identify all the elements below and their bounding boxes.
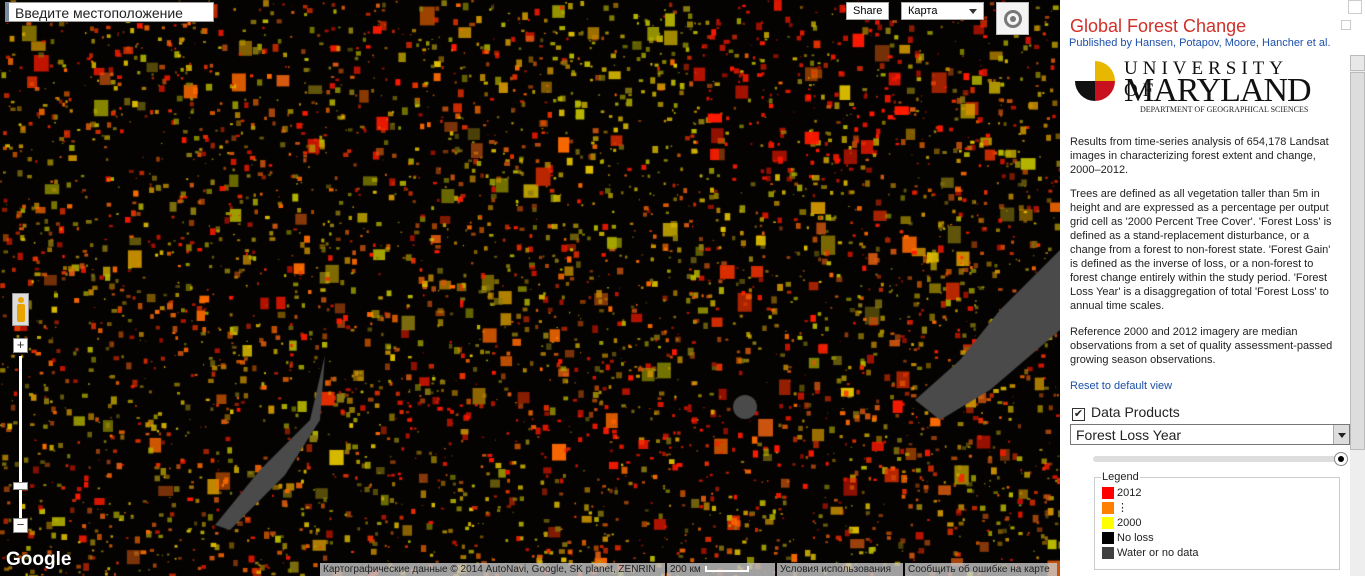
logo-line3: DEPARTMENT OF GEOGRAPHICAL SCIENCES [1140,105,1309,114]
umd-seal-icon [1075,61,1115,101]
imagery-paragraph: Reference 2000 and 2012 imagery are medi… [1070,326,1333,366]
map-scale: 200 км [667,563,775,576]
opacity-slider[interactable] [1093,456,1339,462]
data-products-toggle[interactable]: ✔ Data Products [1072,404,1180,421]
product-select-value: Forest Loss Year [1076,427,1182,443]
data-products-label: Data Products [1091,404,1180,420]
legend-item: 2000 [1102,516,1141,530]
legend-label: ⋮ [1117,502,1128,514]
my-location-button[interactable] [996,2,1029,35]
legend-swatch [1102,502,1114,515]
pegman-body [17,304,25,322]
panel-title: Global Forest Change [1070,16,1247,36]
legend-item: Water or no data [1102,546,1199,560]
legend-swatch [1102,517,1114,530]
legend-item: ⋮ [1102,501,1128,515]
legend-label: Water or no data [1117,547,1199,559]
authors-link[interactable]: Published by Hansen, Potapov, Moore, Han… [1069,37,1331,49]
forest-loss-map-canvas[interactable] [0,0,1060,576]
legend-item: 2012 [1102,486,1141,500]
definitions-paragraph: Trees are defined as all vegetation tall… [1070,188,1332,312]
scale-label: 200 км [670,564,701,575]
scrollbar-thumb[interactable] [1350,72,1365,450]
panel-menu-button[interactable] [1341,20,1351,30]
map-type-select[interactable]: Карта [901,2,984,20]
legend-item: No loss [1102,531,1154,545]
legend-title: Legend [1101,471,1140,483]
legend-swatch [1102,532,1114,545]
share-button[interactable]: Share [846,2,890,20]
chevron-down-icon [1333,425,1349,444]
checkbox-checked-icon[interactable]: ✔ [1072,408,1085,421]
street-view-pegman-icon[interactable] [12,293,29,326]
legend-swatch [1102,547,1114,560]
google-logo: Google [6,549,72,570]
umd-logo: UNIVERSITY OF MARYLAND DEPARTMENT OF GEO… [1075,58,1325,116]
legend-label: No loss [1117,532,1154,544]
scale-bar [704,566,749,573]
zoom-in-button[interactable]: + [13,338,28,353]
legend: Legend 2012 ⋮ 2000 No loss Water or no data [1094,471,1340,570]
info-panel: Global Forest Change Published by Hansen… [1060,0,1365,576]
legend-label: 2000 [1117,517,1142,529]
map-view[interactable]: Введите местоположение Share Карта + − G… [0,0,1060,576]
scroll-up-arrow-icon[interactable] [1350,55,1365,71]
pegman-head [18,297,24,303]
opacity-slider-handle[interactable] [1334,452,1348,466]
report-error-link[interactable]: Сообщить об ошибке на карте [905,563,1057,576]
panel-scrollbar[interactable] [1350,55,1365,576]
map-type-label: Карта [908,5,938,17]
zoom-out-button[interactable]: − [13,518,28,533]
map-attribution: Картографические данные © 2014 AutoNavi,… [320,563,665,576]
location-search-input[interactable]: Введите местоположение [5,2,214,22]
terms-link[interactable]: Условия использования [777,563,903,576]
location-dot [1010,16,1016,22]
legend-label: 2012 [1117,487,1142,499]
collapse-panel-button[interactable] [1348,0,1362,14]
product-select[interactable]: Forest Loss Year [1070,424,1350,445]
chevron-down-icon [969,9,977,14]
legend-swatch [1102,487,1114,500]
description-paragraph: Results from time-series analysis of 654… [1070,136,1329,176]
reset-view-link[interactable]: Reset to default view [1070,380,1172,392]
zoom-slider-track[interactable] [19,356,22,518]
zoom-slider-thumb[interactable] [13,482,28,490]
